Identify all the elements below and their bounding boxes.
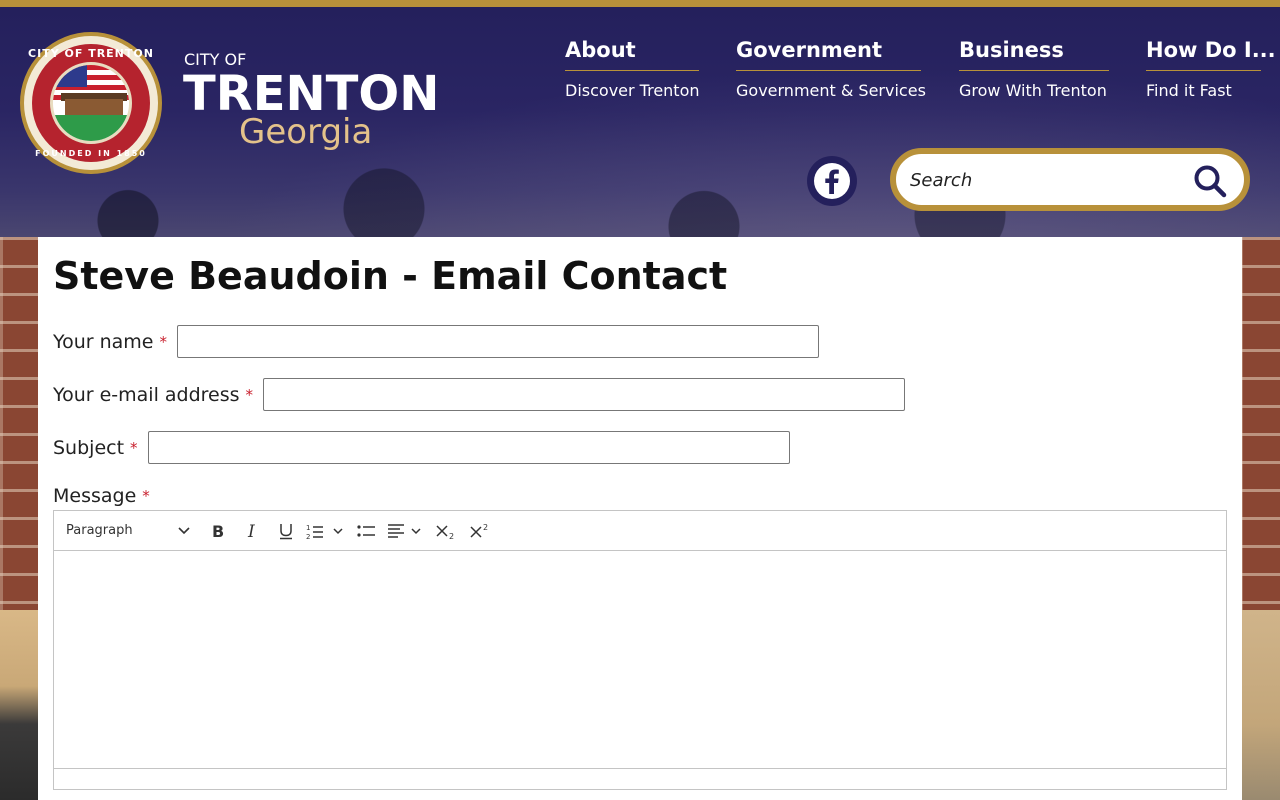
italic-button[interactable]: I <box>238 517 266 545</box>
required-marker: * <box>130 438 138 457</box>
italic-icon: I <box>247 522 255 540</box>
email-field-row: Your e-mail address * <box>53 378 906 411</box>
nav-how-do-i-title[interactable]: How Do I... <box>1146 38 1276 71</box>
search-button[interactable] <box>1192 164 1228 198</box>
nav-about[interactable]: About Discover Trenton <box>565 38 700 100</box>
chevron-down-icon <box>178 526 190 534</box>
page-title: Steve Beaudoin - Email Contact <box>53 254 728 298</box>
bold-icon: B <box>212 522 224 540</box>
message-label: Message <box>53 485 137 507</box>
svg-text:B: B <box>212 522 224 540</box>
message-editor: Paragraph B I 12 2 2 <box>53 510 1227 790</box>
search-box <box>890 148 1250 211</box>
subject-field-row: Subject * <box>53 431 790 464</box>
underline-icon <box>280 523 292 539</box>
nav-how-do-i[interactable]: How Do I... Find it Fast <box>1146 38 1276 100</box>
nav-government-title[interactable]: Government <box>736 38 921 71</box>
grass <box>53 115 129 141</box>
ground-right <box>1240 610 1280 800</box>
flag-canton <box>53 65 87 87</box>
required-marker: * <box>245 385 254 404</box>
required-marker: * <box>159 332 167 351</box>
svg-text:1: 1 <box>306 524 310 532</box>
underline-button[interactable] <box>272 517 300 545</box>
nav-business-sub[interactable]: Grow With Trenton <box>959 81 1109 100</box>
paragraph-format-label: Paragraph <box>66 523 133 538</box>
svg-text:2: 2 <box>449 532 454 540</box>
facebook-link[interactable] <box>807 156 857 206</box>
superscript-button[interactable]: 2 <box>466 517 494 545</box>
search-icon <box>1194 165 1227 198</box>
nav-how-do-i-sub[interactable]: Find it Fast <box>1146 81 1261 100</box>
email-input[interactable] <box>263 378 906 411</box>
svg-text:2: 2 <box>483 523 488 532</box>
top-gold-stripe <box>0 0 1280 7</box>
nav-business-title[interactable]: Business <box>959 38 1109 71</box>
align-icon <box>388 523 421 538</box>
svg-text:2: 2 <box>306 533 310 540</box>
house-icon <box>65 99 123 115</box>
logo-georgia[interactable]: Georgia <box>239 112 372 152</box>
seal-top-text: CITY OF TRENTON <box>28 47 154 60</box>
facebook-icon <box>814 163 850 199</box>
editor-status-bar <box>54 769 1226 789</box>
name-label: Your name <box>53 330 154 353</box>
search-input[interactable] <box>910 166 1180 194</box>
nav-about-sub[interactable]: Discover Trenton <box>565 81 700 100</box>
subject-label: Subject <box>53 436 125 459</box>
name-input[interactable] <box>176 325 819 358</box>
seal-inner <box>50 62 132 144</box>
nav-government-sub[interactable]: Government & Services <box>736 81 926 100</box>
svg-text:I: I <box>247 522 255 540</box>
bold-button[interactable]: B <box>204 517 232 545</box>
nav-about-title[interactable]: About <box>565 38 699 71</box>
alignment-button[interactable] <box>386 517 426 545</box>
subscript-button[interactable]: 2 <box>432 517 460 545</box>
city-seal-logo[interactable]: CITY OF TRENTON FOUNDED IN 1850 <box>20 32 162 174</box>
email-label: Your e-mail address <box>53 383 240 406</box>
content-panel: Steve Beaudoin - Email Contact Your name… <box>38 237 1242 800</box>
editor-toolbar: Paragraph B I 12 2 2 <box>54 511 1226 551</box>
numbered-list-icon: 12 <box>306 524 343 540</box>
bulleted-list-icon <box>357 524 375 537</box>
subscript-icon: 2 <box>436 524 454 540</box>
message-textarea[interactable] <box>54 551 1226 769</box>
message-label-row: Message * <box>53 485 160 507</box>
nav-business[interactable]: Business Grow With Trenton <box>959 38 1109 100</box>
required-marker: * <box>142 487 150 505</box>
name-field-row: Your name * <box>53 325 819 358</box>
superscript-icon: 2 <box>470 523 488 538</box>
nav-government[interactable]: Government Government & Services <box>736 38 926 100</box>
paragraph-format-select[interactable]: Paragraph <box>66 523 190 538</box>
numbered-list-button[interactable]: 12 <box>306 517 346 545</box>
subject-input[interactable] <box>147 431 790 464</box>
bulleted-list-button[interactable] <box>352 517 380 545</box>
seal-bottom-text: FOUNDED IN 1850 <box>35 149 147 158</box>
